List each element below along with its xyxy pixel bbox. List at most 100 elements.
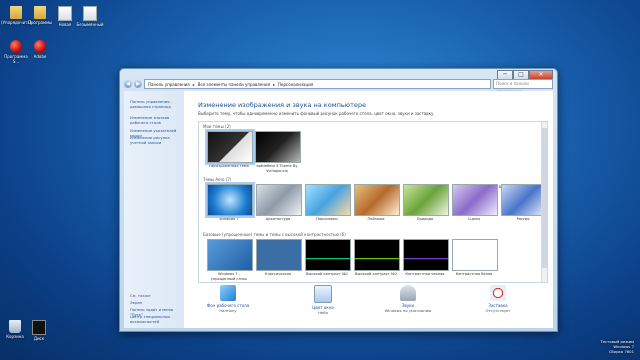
desktop-background-button[interactable]: Фон рабочего стола Harmony [198, 285, 258, 313]
theme-preview [354, 239, 400, 271]
page-description: Выберите тему, чтобы одновременно измени… [198, 111, 435, 116]
setting-value: Windows по умолчанию [384, 308, 432, 313]
chevron-right-icon: ▸ [273, 81, 276, 87]
theme-item[interactable]: Windows 7 - упрощенный стиль [207, 239, 253, 281]
main-panel: Изменение изображения и звука на компьют… [186, 91, 553, 328]
see-also-accessibility[interactable]: Центр специальных возможностей [130, 314, 182, 324]
theme-preview [255, 131, 301, 163]
app-icon [34, 40, 46, 53]
sounds-button[interactable]: Звуки Windows по умолчанию [378, 285, 438, 313]
setting-value: Harmony [219, 308, 237, 313]
app-icon [10, 40, 22, 53]
breadcrumb-item[interactable]: Все элементы панели управления [198, 82, 270, 87]
theme-preview [256, 184, 302, 216]
forward-icon[interactable]: ▶ [134, 80, 142, 88]
sidebar: Панель управления - домашняя страница Из… [124, 91, 184, 328]
settings-strip: Фон рабочего стола Harmony Цвет окна Неб… [198, 285, 546, 325]
screensaver-icon [490, 285, 506, 301]
theme-preview [403, 239, 449, 271]
sidebar-link-home[interactable]: Панель управления - домашняя страница [130, 99, 182, 109]
theme-item[interactable]: Windows 7 [205, 182, 255, 222]
theme-label: Контрастная белая [455, 272, 493, 276]
theme-label: Высокий контраст №2 [355, 272, 397, 276]
chevron-right-icon: ▸ [192, 81, 195, 87]
theme-label: Контрастная черная [405, 272, 445, 276]
theme-label: Природа [416, 217, 434, 221]
theme-item[interactable]: Высокий контраст №2 [354, 239, 400, 277]
theme-item[interactable]: Высокий контраст №1 [305, 239, 351, 277]
theme-item[interactable]: Контрастная белая [452, 239, 498, 277]
theme-preview [305, 184, 351, 216]
theme-item[interactable]: Контрастная черная [403, 239, 449, 277]
page-title: Изменение изображения и звука на компьют… [198, 101, 367, 109]
theme-label: Пейзажи [367, 217, 385, 221]
address-bar[interactable]: Панель управления ▸ Все элементы панели … [144, 79, 491, 89]
theme-label: Персонажи [316, 217, 338, 221]
screensaver-button[interactable]: Заставка Отсутствует [468, 285, 528, 313]
desktop-icon[interactable]: Adobe [25, 40, 55, 59]
theme-label: Windows 7 - упрощенный стиль [210, 272, 248, 281]
see-also-title: См. также [130, 293, 151, 298]
back-icon[interactable]: ◀ [124, 80, 132, 88]
window-color-button[interactable]: Цвет окна Небо [293, 285, 353, 315]
desktop-icon-label: Adobe [33, 54, 47, 59]
theme-label: Архитектура [265, 217, 291, 221]
theme-label: Классическая [264, 272, 292, 276]
section-basic-themes: Базовые (упрощенные) темы и темы с высок… [203, 232, 346, 237]
wallpaper-icon [220, 285, 236, 301]
document-icon [83, 6, 97, 21]
search-input[interactable]: Поиск в панели управления [493, 79, 553, 94]
personalization-window: ─ □ ✕ ◀ ▶ Панель управления ▸ Все элемен… [119, 68, 558, 332]
theme-label: Сцены [467, 217, 481, 221]
color-palette-icon [314, 285, 332, 303]
address-row: ◀ ▶ Панель управления ▸ Все элементы пан… [124, 79, 553, 94]
theme-label: Россия [516, 217, 530, 221]
theme-item[interactable]: Архитектура [256, 184, 302, 222]
sidebar-link-account-picture[interactable]: Изменение рисунка учетной записи [130, 135, 182, 145]
desktop-icon[interactable]: Диск [24, 320, 54, 341]
sidebar-link-desktop-icons[interactable]: Изменение значков рабочего стола [130, 115, 182, 125]
theme-preview [403, 184, 449, 216]
scrollbar[interactable] [541, 122, 547, 282]
theme-label: Высокий контраст №1 [306, 272, 348, 276]
theme-item[interactable]: Персонажи [305, 184, 351, 222]
theme-item[interactable]: Пейзажи [354, 184, 400, 222]
see-also-display[interactable]: Экран [130, 300, 182, 305]
theme-preview [207, 239, 253, 271]
theme-label: battlefield 3 Theme By Vichoponcio [256, 164, 298, 173]
content-area: Панель управления - домашняя страница Из… [124, 91, 553, 328]
theme-preview [452, 184, 498, 216]
scrollbar-thumb[interactable] [542, 128, 547, 268]
recycle-bin-icon [9, 320, 21, 333]
folder-icon [34, 6, 46, 19]
theme-item[interactable]: Несохраненная тема [205, 129, 255, 169]
desktop-icon-label: Диск [33, 336, 45, 341]
theme-item[interactable]: Классическая [256, 239, 302, 277]
theme-item[interactable]: battlefield 3 Theme By Vichoponcio [255, 131, 301, 173]
theme-label: Несохраненная тема [209, 164, 249, 168]
theme-item[interactable]: Природа [403, 184, 449, 222]
theme-preview [256, 239, 302, 271]
speaker-icon [400, 285, 416, 301]
desktop-icon[interactable]: Безымянный [75, 6, 105, 27]
section-my-themes: Мои темы (2) [203, 124, 231, 129]
theme-preview [205, 182, 255, 218]
theme-label: Windows 7 [219, 217, 239, 221]
theme-preview [452, 239, 498, 271]
theme-list: Мои темы (2) Несохраненная тема battlefi… [198, 121, 548, 283]
folder-icon [10, 6, 22, 19]
theme-preview [205, 129, 255, 165]
setting-value: Небо [318, 310, 328, 315]
section-aero-themes: Темы Aero (7) [203, 177, 232, 182]
theme-preview [305, 239, 351, 271]
theme-preview [354, 184, 400, 216]
theme-item[interactable]: Сцены [452, 184, 498, 222]
theme-item[interactable]: Россия [501, 184, 547, 222]
document-icon [58, 6, 72, 21]
breadcrumb-item[interactable]: Персонализация [278, 82, 313, 87]
monitor-icon [32, 320, 46, 335]
breadcrumb-item[interactable]: Панель управления [148, 82, 190, 87]
desktop-icon-label: Безымянный [76, 22, 104, 27]
system-tray-text: Тестовый режим Windows 7 Сборка 7601 [600, 339, 634, 354]
setting-value: Отсутствует [485, 308, 511, 313]
